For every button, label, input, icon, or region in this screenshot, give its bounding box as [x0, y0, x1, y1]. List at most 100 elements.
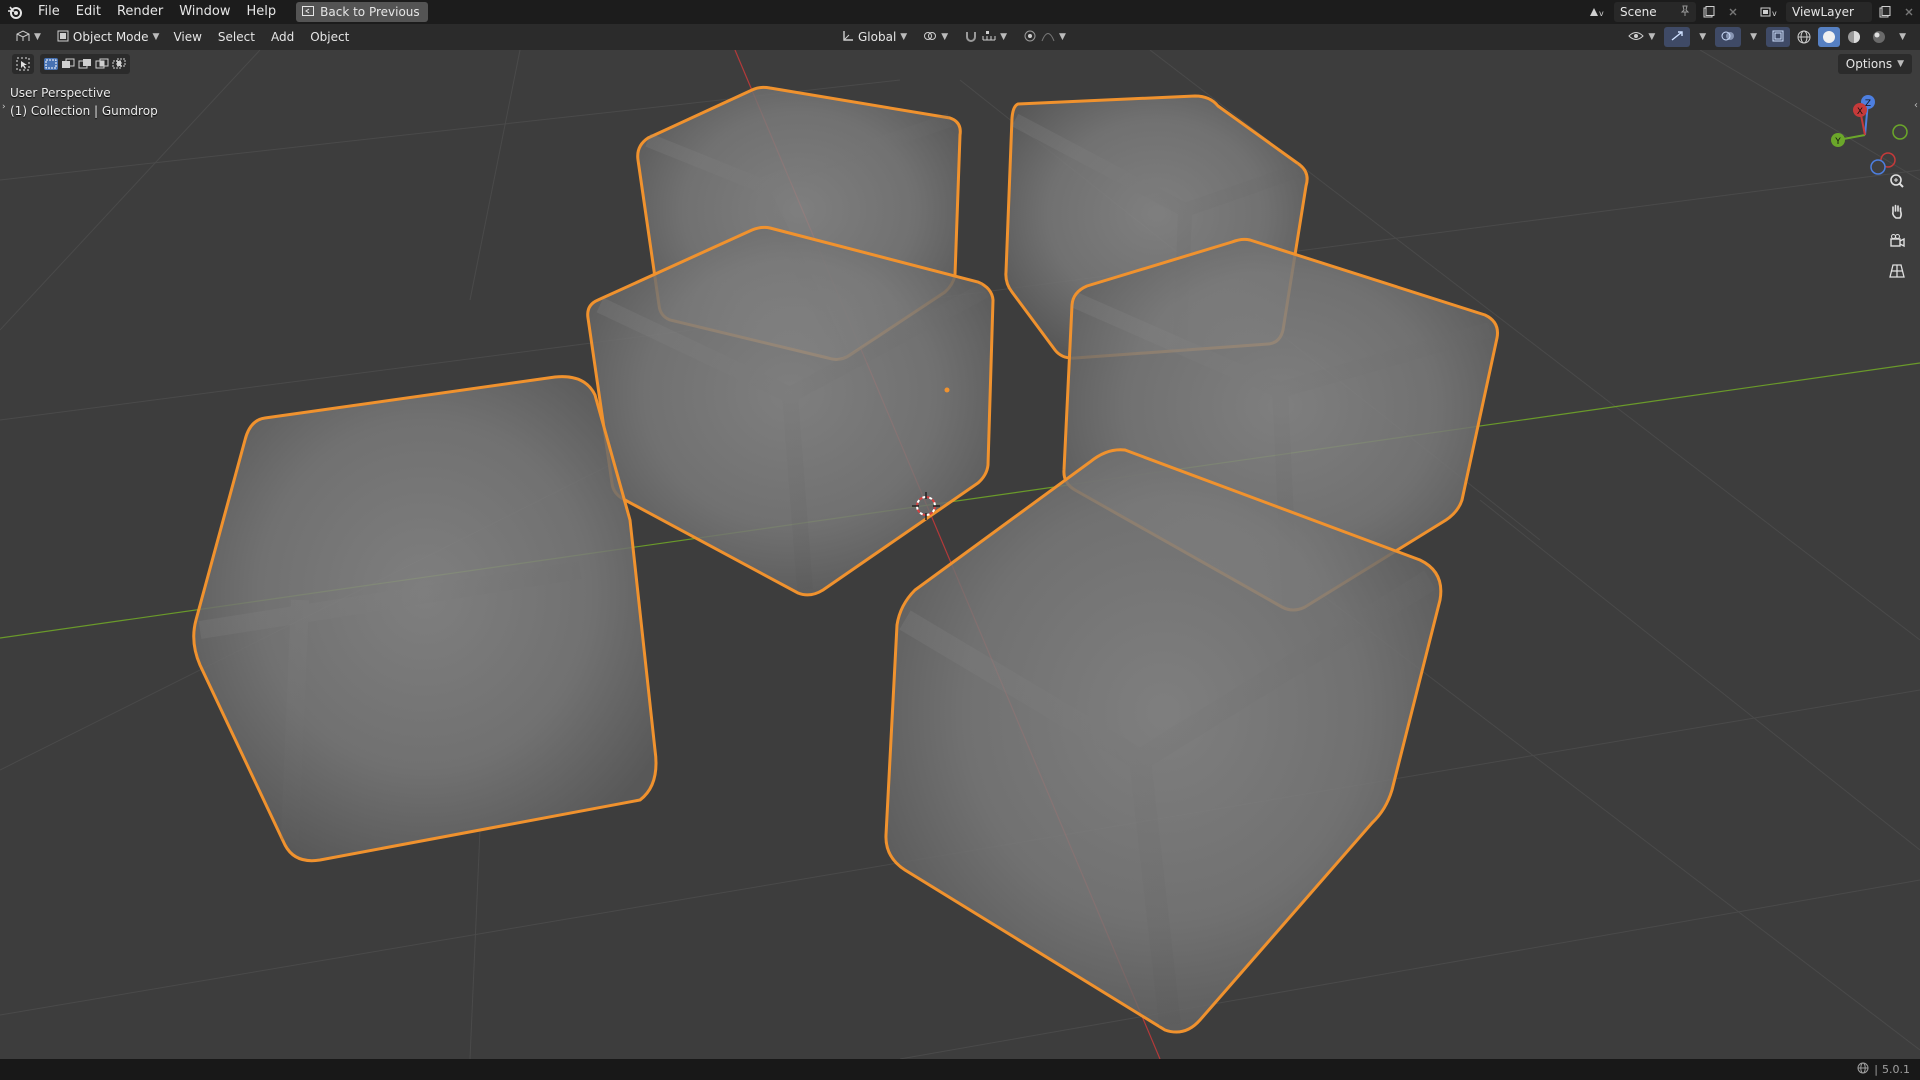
- gumdrop-cube-left[interactable]: [192, 375, 658, 863]
- transform-controls: Global ▼ ▼ ▼ ▼: [836, 27, 1072, 47]
- menu-view[interactable]: View: [165, 25, 209, 49]
- select-intersect-mode-icon[interactable]: [112, 58, 126, 70]
- selectability-visibility-dropdown[interactable]: ▼: [1622, 27, 1661, 47]
- select-extend-mode-icon[interactable]: [61, 58, 75, 70]
- select-invert-mode-icon[interactable]: [95, 58, 109, 70]
- viewport-perspective-label: User Perspective: [10, 86, 111, 100]
- sidebar-toggle-icon[interactable]: ‹: [1914, 100, 1918, 111]
- view-layer-name-field[interactable]: ViewLayer: [1786, 2, 1872, 22]
- new-scene-icon[interactable]: [1698, 2, 1720, 22]
- chevron-down-icon: ▼: [1899, 32, 1906, 42]
- svg-text:v: v: [1599, 9, 1604, 18]
- gumdrop-cube-middle-center[interactable]: [586, 225, 995, 597]
- scene-name-field[interactable]: Scene: [1614, 2, 1696, 22]
- chevron-down-icon: ▼: [900, 32, 908, 42]
- view-layer-selector-icon[interactable]: v: [1754, 2, 1784, 22]
- xray-icon: [1772, 30, 1784, 45]
- top-menu-bar: File Edit Render Window Help Back to Pre…: [0, 0, 1920, 24]
- camera-view-icon[interactable]: [1884, 228, 1910, 254]
- snapping-dropdown[interactable]: ▼: [958, 27, 1013, 47]
- viewport-header: ▼ Object Mode ▼ View Select Add Object G…: [0, 24, 1920, 50]
- pivot-point-dropdown[interactable]: ▼: [917, 27, 954, 47]
- object-mode-label: Object Mode: [72, 30, 149, 44]
- snap-magnet-icon: [964, 30, 978, 45]
- zoom-magnifier-icon[interactable]: [1884, 168, 1910, 194]
- rendered-shading-icon[interactable]: [1868, 27, 1890, 47]
- chevron-down-icon: ▼: [1699, 32, 1707, 42]
- menu-object[interactable]: Object: [302, 25, 357, 49]
- overlays-toggle[interactable]: [1715, 27, 1742, 47]
- blender-version: 5.0.1: [1882, 1063, 1910, 1076]
- status-divider: |: [1874, 1063, 1878, 1076]
- transform-orientation-label: Global: [858, 30, 897, 44]
- menu-render[interactable]: Render: [109, 0, 171, 24]
- chevron-down-icon: ▼: [1897, 59, 1904, 69]
- select-subtract-mode-icon[interactable]: [78, 58, 92, 70]
- editor-type-selector[interactable]: ▼: [10, 27, 47, 47]
- status-bar: | 5.0.1: [0, 1059, 1920, 1080]
- gizmo-y-label: Y: [1834, 137, 1841, 147]
- overlays-circles-icon: [1721, 30, 1735, 45]
- gizmo-arrows-icon: [1670, 30, 1684, 45]
- new-view-layer-icon[interactable]: [1874, 2, 1896, 22]
- back-screen-icon: [302, 5, 315, 19]
- pin-icon[interactable]: [1680, 5, 1690, 20]
- proportional-edit-icon: [1023, 30, 1037, 45]
- menu-edit[interactable]: Edit: [68, 0, 109, 24]
- snap-increment-icon: [982, 30, 996, 45]
- eye-pointer-icon: [1628, 30, 1645, 45]
- scene-selector-icon[interactable]: v: [1582, 2, 1612, 22]
- orientation-axes-icon: [842, 30, 854, 45]
- scene-name-text: Scene: [1620, 5, 1657, 19]
- object-mode-dropdown[interactable]: Object Mode ▼: [51, 27, 166, 47]
- transform-orientation-dropdown[interactable]: Global ▼: [836, 27, 913, 47]
- viewport-display-controls: ▼ ▼ ▼ ▼: [1622, 27, 1912, 47]
- gizmo-options-dropdown[interactable]: ▼: [1693, 27, 1712, 47]
- select-new-mode-icon[interactable]: [44, 58, 58, 70]
- svg-text:v: v: [1772, 9, 1777, 18]
- collapse-arrow-icon[interactable]: ›: [2, 102, 6, 112]
- menu-window[interactable]: Window: [171, 0, 238, 24]
- gizmo-x-label: X: [1857, 107, 1863, 117]
- solid-shading-icon[interactable]: [1818, 27, 1841, 47]
- workspace-controls: v Scene v ViewLayer: [1582, 0, 1920, 24]
- overlays-options-dropdown[interactable]: ▼: [1744, 27, 1763, 47]
- tool-options-row: [12, 54, 130, 74]
- chevron-down-icon: ▼: [1000, 32, 1008, 42]
- material-preview-shading-icon[interactable]: [1843, 27, 1865, 47]
- falloff-curve-icon: [1041, 30, 1055, 45]
- 3d-viewport[interactable]: User Perspective › (1) Collection | Gumd…: [0, 50, 1920, 1059]
- viewport-collection-label: (1) Collection | Gumdrop: [10, 104, 158, 118]
- menu-select[interactable]: Select: [210, 25, 263, 49]
- gizmo-toggle[interactable]: [1664, 27, 1691, 47]
- shading-options-dropdown[interactable]: ▼: [1893, 27, 1912, 47]
- options-dropdown[interactable]: Options ▼: [1837, 54, 1912, 74]
- chevron-down-icon: ▼: [1059, 32, 1066, 42]
- chevron-down-icon: ▼: [941, 32, 949, 42]
- menu-help[interactable]: Help: [239, 0, 285, 24]
- editor-type-3d-view-icon: [16, 29, 30, 45]
- navigation-gizmo[interactable]: Z Y X: [1820, 90, 1910, 180]
- globe-icon: [1857, 1062, 1869, 1077]
- back-to-previous-button[interactable]: Back to Previous: [296, 2, 428, 22]
- view-layer-name-text: ViewLayer: [1792, 5, 1854, 19]
- pan-hand-icon[interactable]: [1884, 198, 1910, 224]
- object-mode-icon: [57, 30, 69, 45]
- xray-toggle[interactable]: [1766, 27, 1791, 47]
- chevron-down-icon: ▼: [152, 32, 160, 42]
- viewport-scene: [0, 50, 1920, 1059]
- menu-file[interactable]: File: [30, 0, 68, 24]
- wireframe-shading-icon[interactable]: [1793, 27, 1815, 47]
- select-tool-icon[interactable]: [12, 54, 34, 74]
- blender-logo-icon[interactable]: [0, 0, 30, 24]
- delete-scene-icon[interactable]: [1722, 2, 1744, 22]
- delete-view-layer-icon[interactable]: [1898, 2, 1920, 22]
- perspective-grid-icon[interactable]: [1884, 258, 1910, 284]
- pivot-link-icon: [923, 30, 937, 45]
- options-label: Options: [1845, 57, 1893, 71]
- menu-add[interactable]: Add: [263, 25, 302, 49]
- proportional-editing-dropdown[interactable]: ▼: [1017, 27, 1072, 47]
- chevron-down-icon: ▼: [34, 32, 41, 42]
- gumdrop-cube-front[interactable]: [884, 448, 1443, 1034]
- object-origin-dot: [944, 387, 950, 393]
